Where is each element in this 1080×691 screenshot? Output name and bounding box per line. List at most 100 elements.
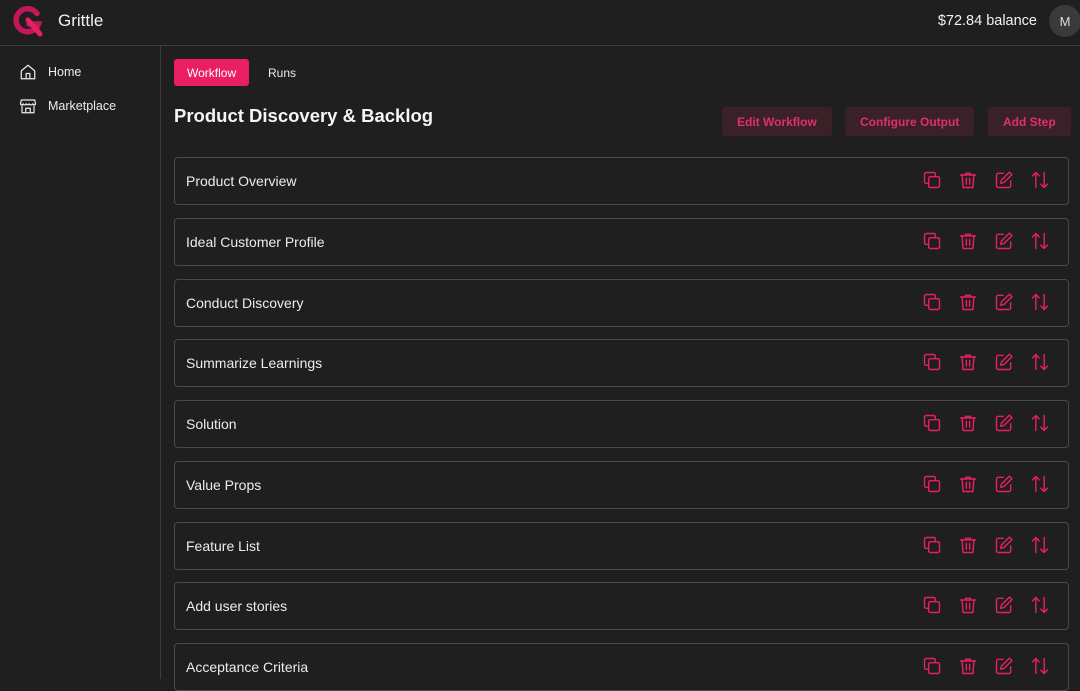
delete-step-button[interactable] (950, 535, 986, 555)
reorder-step-handle[interactable] (1022, 231, 1058, 251)
trash-icon (958, 413, 978, 433)
edit-step-button[interactable] (986, 413, 1022, 433)
edit-step-button[interactable] (986, 535, 1022, 555)
tab-workflow[interactable]: Workflow (174, 59, 249, 86)
reorder-icon (1030, 352, 1050, 372)
copy-step-button[interactable] (914, 170, 950, 190)
delete-step-button[interactable] (950, 231, 986, 251)
step-label: Feature List (186, 538, 260, 554)
reorder-step-handle[interactable] (1022, 535, 1058, 555)
tab-runs[interactable]: Runs (255, 59, 309, 86)
step-row[interactable]: Summarize Learnings (174, 339, 1069, 387)
edit-step-button[interactable] (986, 595, 1022, 615)
configure-output-button[interactable]: Configure Output (845, 107, 974, 136)
step-row[interactable]: Product Overview (174, 157, 1069, 205)
step-row[interactable]: Add user stories (174, 582, 1069, 630)
sidebar-item-marketplace[interactable]: Marketplace (19, 96, 116, 116)
edit-step-button[interactable] (986, 292, 1022, 312)
delete-step-button[interactable] (950, 170, 986, 190)
edit-step-button[interactable] (986, 656, 1022, 676)
delete-step-button[interactable] (950, 352, 986, 372)
step-row[interactable]: Feature List (174, 522, 1069, 570)
sidebar: Home Marketplace (0, 46, 161, 679)
edit-icon (994, 595, 1014, 615)
delete-step-button[interactable] (950, 292, 986, 312)
reorder-step-handle[interactable] (1022, 352, 1058, 372)
trash-icon (958, 535, 978, 555)
step-actions (914, 292, 1058, 312)
step-label: Value Props (186, 477, 261, 493)
step-label: Acceptance Criteria (186, 659, 308, 675)
copy-icon (922, 656, 942, 676)
step-row[interactable]: Acceptance Criteria (174, 643, 1069, 691)
copy-icon (922, 413, 942, 433)
step-label: Solution (186, 416, 237, 432)
reorder-step-handle[interactable] (1022, 474, 1058, 494)
page-title: Product Discovery & Backlog (174, 105, 433, 127)
reorder-step-handle[interactable] (1022, 413, 1058, 433)
step-row[interactable]: Conduct Discovery (174, 279, 1069, 327)
reorder-step-handle[interactable] (1022, 292, 1058, 312)
main-content: Workflow Runs Product Discovery & Backlo… (162, 46, 1080, 679)
step-actions (914, 474, 1058, 494)
reorder-step-handle[interactable] (1022, 656, 1058, 676)
trash-icon (958, 595, 978, 615)
trash-icon (958, 656, 978, 676)
grittle-logo-icon[interactable] (11, 4, 45, 38)
delete-step-button[interactable] (950, 656, 986, 676)
copy-step-button[interactable] (914, 535, 950, 555)
edit-icon (994, 474, 1014, 494)
copy-step-button[interactable] (914, 474, 950, 494)
reorder-icon (1030, 231, 1050, 251)
trash-icon (958, 170, 978, 190)
reorder-icon (1030, 595, 1050, 615)
step-actions (914, 656, 1058, 676)
edit-step-button[interactable] (986, 352, 1022, 372)
step-actions (914, 231, 1058, 251)
reorder-icon (1030, 292, 1050, 312)
sidebar-item-home[interactable]: Home (19, 62, 81, 82)
edit-workflow-button[interactable]: Edit Workflow (722, 107, 832, 136)
reorder-icon (1030, 170, 1050, 190)
step-label: Add user stories (186, 598, 287, 614)
step-row[interactable]: Ideal Customer Profile (174, 218, 1069, 266)
copy-icon (922, 352, 942, 372)
trash-icon (958, 474, 978, 494)
reorder-step-handle[interactable] (1022, 170, 1058, 190)
edit-step-button[interactable] (986, 474, 1022, 494)
edit-step-button[interactable] (986, 170, 1022, 190)
add-step-button[interactable]: Add Step (988, 107, 1071, 136)
copy-icon (922, 595, 942, 615)
copy-step-button[interactable] (914, 352, 950, 372)
delete-step-button[interactable] (950, 413, 986, 433)
step-label: Conduct Discovery (186, 295, 304, 311)
edit-icon (994, 413, 1014, 433)
step-label: Summarize Learnings (186, 355, 322, 371)
copy-step-button[interactable] (914, 656, 950, 676)
edit-icon (994, 231, 1014, 251)
step-actions (914, 170, 1058, 190)
copy-step-button[interactable] (914, 595, 950, 615)
user-avatar[interactable]: M (1049, 5, 1080, 37)
delete-step-button[interactable] (950, 595, 986, 615)
step-label: Product Overview (186, 173, 296, 189)
trash-icon (958, 231, 978, 251)
reorder-step-handle[interactable] (1022, 595, 1058, 615)
edit-icon (994, 292, 1014, 312)
copy-icon (922, 535, 942, 555)
step-actions (914, 352, 1058, 372)
copy-step-button[interactable] (914, 231, 950, 251)
edit-icon (994, 170, 1014, 190)
edit-step-button[interactable] (986, 231, 1022, 251)
copy-step-button[interactable] (914, 413, 950, 433)
step-actions (914, 413, 1058, 433)
copy-step-button[interactable] (914, 292, 950, 312)
step-row[interactable]: Value Props (174, 461, 1069, 509)
step-label: Ideal Customer Profile (186, 234, 325, 250)
step-row[interactable]: Solution (174, 400, 1069, 448)
trash-icon (958, 352, 978, 372)
delete-step-button[interactable] (950, 474, 986, 494)
copy-icon (922, 474, 942, 494)
edit-icon (994, 656, 1014, 676)
reorder-icon (1030, 535, 1050, 555)
